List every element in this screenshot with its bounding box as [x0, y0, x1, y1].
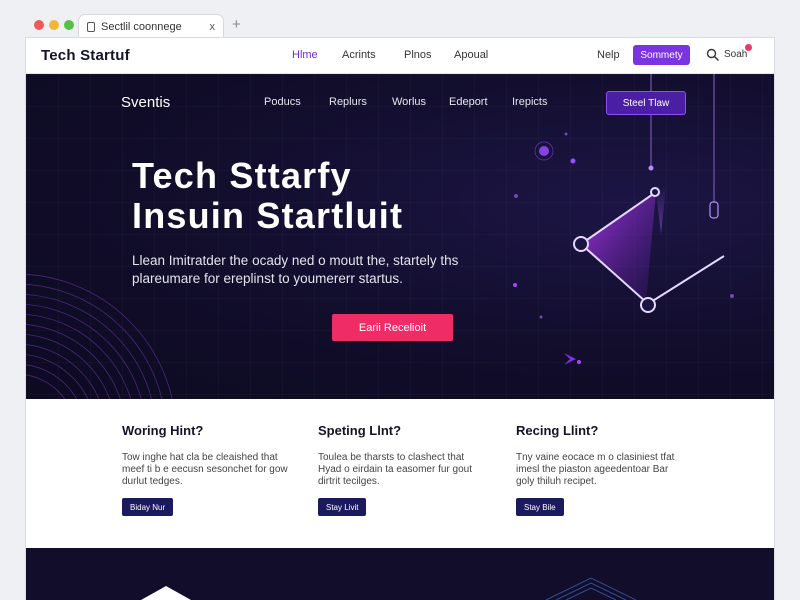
hero-section: Sventis Poducs Replurs Worlus Edeport Ir…	[26, 74, 774, 399]
window-controls	[34, 20, 74, 30]
minimize-window-button[interactable]	[49, 20, 59, 30]
close-tab-icon[interactable]: x	[210, 21, 216, 33]
hero-nav-works[interactable]: Worlus	[392, 96, 449, 108]
bottom-section	[26, 548, 774, 600]
concentric-arcs	[26, 273, 173, 399]
hero-logo[interactable]: Sventis	[121, 94, 170, 111]
feature-button[interactable]: Stay Bile	[516, 498, 564, 516]
nav-link-home[interactable]: Hlme	[292, 49, 342, 61]
nav-link-accounts[interactable]: Acrints	[342, 49, 404, 61]
feature-title: Recing Llint?	[516, 423, 599, 438]
new-tab-button[interactable]: +	[232, 16, 241, 33]
hero-navigation: Poducs Replurs Worlus Edeport Irepicts	[264, 96, 567, 108]
close-window-button[interactable]	[34, 20, 44, 30]
help-link[interactable]: Nelp	[597, 49, 620, 61]
account-link[interactable]: Soah	[724, 49, 747, 60]
hero-nav-reports[interactable]: Replurs	[329, 96, 392, 108]
hero-cta-button[interactable]: Earii Recelioit	[332, 314, 453, 341]
feature-description: Tny vaine eocace m o clasiniest tfat ime…	[516, 452, 675, 487]
feature-card: Speting Llnt? Toulea be tharsts to clash…	[318, 423, 488, 516]
search-icon[interactable]	[706, 48, 720, 62]
features-section: Woring Hint? Tow inghe hat cla be cleais…	[26, 399, 774, 548]
bottom-decoration	[141, 577, 637, 600]
feature-card: Woring Hint? Tow inghe hat cla be cleais…	[122, 423, 292, 516]
feature-description: Tow inghe hat cla be cleaished that meef…	[122, 452, 288, 487]
website: Tech Startuf Hlme Acrints Plnos Apoual N…	[26, 38, 774, 600]
feature-card: Recing Llint? Tny vaine eocace m o clasi…	[516, 423, 686, 516]
browser-tab[interactable]: Sectlil coonnege x	[78, 14, 224, 38]
feature-title: Speting Llnt?	[318, 423, 402, 438]
top-nav-links: Hlme Acrints Plnos Apoual	[292, 49, 504, 61]
maximize-window-button[interactable]	[64, 20, 74, 30]
brand-logo[interactable]: Tech Startuf	[41, 47, 130, 64]
hero-title-line-1: Tech Sttarfy	[132, 155, 352, 196]
browser-chrome: Sectlil coonnege x +	[26, 12, 774, 38]
summary-button[interactable]: Sommety	[633, 45, 690, 65]
feature-description: Toulea be tharsts to clashect that Hyad …	[318, 452, 472, 487]
feature-title: Woring Hint?	[122, 423, 204, 438]
hero-title-line-2: Insuin Startluit	[132, 195, 404, 236]
start-button[interactable]: Steel Tlaw	[606, 91, 686, 115]
tab-title: Sectlil coonnege	[101, 20, 182, 33]
hero-title: Tech Sttarfy Insuin Startluit	[132, 156, 403, 236]
page-icon	[87, 21, 95, 32]
nav-link-plans[interactable]: Plnos	[404, 49, 454, 61]
hero-decoration	[26, 74, 734, 399]
hero-description: Llean Imitratder the ocady ned o moutt t…	[132, 253, 459, 286]
hero-nav-products[interactable]: Poducs	[264, 96, 329, 108]
nav-link-about[interactable]: Apoual	[454, 49, 504, 61]
feature-button[interactable]: Biday Nur	[122, 498, 174, 516]
hero-nav-export[interactable]: Edeport	[449, 96, 512, 108]
feature-button[interactable]: Stay Livit	[318, 498, 367, 516]
hero-nav-projects[interactable]: Irepicts	[512, 96, 567, 108]
notification-dot	[745, 44, 752, 51]
top-navigation: Tech Startuf Hlme Acrints Plnos Apoual N…	[26, 38, 774, 74]
